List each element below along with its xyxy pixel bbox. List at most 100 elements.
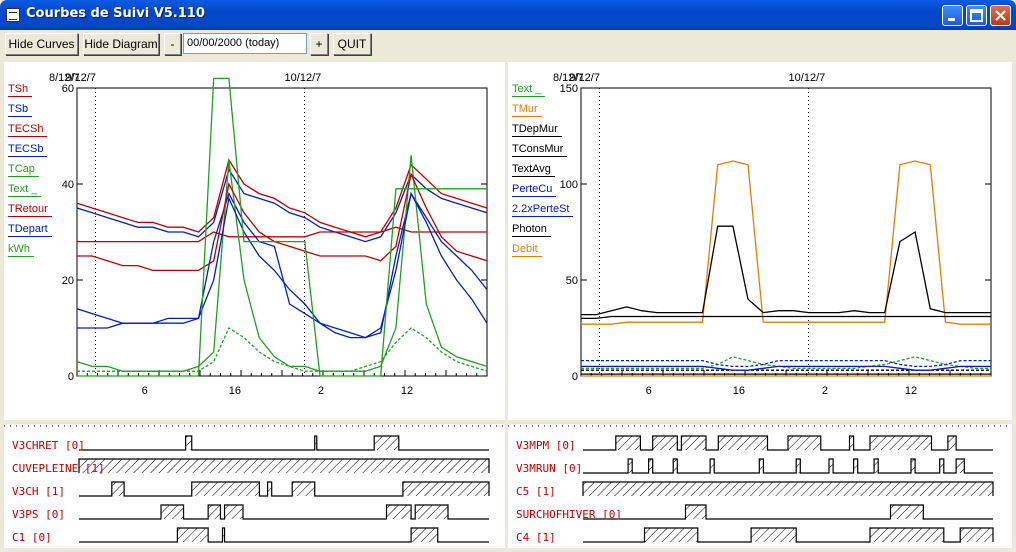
right-diagram-signal-high: [718, 436, 768, 450]
right-diagram-signal-high: [870, 528, 944, 542]
right-chart-legend-item[interactable]: Debit: [512, 243, 542, 257]
left-diagram-signal-trace: [78, 458, 490, 473]
left-chart-y-tick-label: 60: [62, 83, 74, 95]
left-chart-panel: 8/12/7 9/12/7 10/12/7 0 20 40 60 6 16 2 12 TSh TSb T…: [4, 62, 505, 420]
left-chart-y-tick-label: 0: [68, 371, 74, 383]
maximize-button[interactable]: [966, 5, 987, 26]
left-diagram-signal-high: [79, 459, 489, 473]
left-chart-legend-item[interactable]: TCap: [8, 163, 39, 177]
left-chart-legend-item[interactable]: TSh: [8, 83, 33, 97]
right-diagram-signal-high: [759, 459, 764, 473]
left-chart-legend-item[interactable]: TECSh: [8, 123, 48, 137]
window-titlebar[interactable]: Courbes de Suivi V5.110: [0, 0, 1016, 30]
right-diagram-signal-high: [870, 436, 932, 450]
left-diagram-signal-high: [292, 482, 315, 496]
right-chart-legend-item[interactable]: 2.2xPerteSt: [512, 203, 574, 217]
date-input[interactable]: 00/00/2000 (today): [183, 33, 307, 54]
right-chart-y-tick-label: 150: [560, 83, 578, 95]
left-chart-x-tick-label: 12: [401, 385, 413, 397]
left-chart-legend-item[interactable]: TSb: [8, 103, 33, 117]
right-diagram-signal-line: [583, 435, 993, 451]
left-chart-date-label: 10/12/7: [285, 72, 322, 84]
left-diagram-signal-label: V3PS [0]: [12, 508, 65, 521]
left-chart-legend-item[interactable]: Text _: [8, 183, 42, 197]
right-diagram-signal-high: [628, 459, 633, 473]
right-diagram-signal-high: [939, 459, 944, 473]
left-chart-y-tick-label: 40: [62, 179, 74, 191]
right-diagram-signal-high: [673, 459, 678, 473]
left-diagram-signal-trace: [79, 435, 489, 451]
right-diagram-signal-label: V3MPM [0]: [516, 439, 576, 452]
left-chart-y-tick-label: 20: [62, 275, 74, 287]
left-diagram-signal-high: [185, 436, 192, 450]
left-diagram-signal-high: [224, 505, 243, 519]
right-diagram-signal-high: [615, 436, 641, 450]
left-diagram-signal-high: [161, 505, 184, 519]
right-diagram-signal-trace: [582, 481, 994, 496]
right-chart-x-tick-label: 12: [905, 385, 917, 397]
left-diagram-signal-high: [177, 528, 209, 542]
left-chart-legend-item[interactable]: kWh: [8, 243, 34, 257]
right-chart-y-tick-label: 0: [572, 371, 578, 383]
right-diagram-signal-high: [796, 459, 801, 473]
right-diagram-signal-trace: [583, 458, 993, 474]
left-diagram-signal-label: C1 [0]: [12, 531, 52, 544]
left-chart-legend-item[interactable]: TDepart: [8, 223, 52, 237]
right-diagram-signal-high: [685, 505, 706, 519]
right-signal-traces[interactable]: [508, 424, 1012, 548]
left-chart-legend-item[interactable]: TRetour: [8, 203, 52, 217]
right-chart-x-tick-label: 6: [646, 385, 652, 397]
minimize-icon: [948, 18, 955, 21]
left-chart[interactable]: 8/12/79/12/7 10/12/702040606 16 2 12: [4, 62, 505, 420]
right-chart-legend-item[interactable]: PerteCu: [512, 183, 557, 197]
right-diagram-signal-label: C4 [1]: [516, 531, 556, 544]
right-chart-legend-item[interactable]: TDepMur: [512, 123, 562, 137]
quit-button[interactable]: QUIT: [333, 33, 371, 55]
window-title: Courbes de Suivi V5.110: [26, 6, 205, 21]
right-chart-plot-frame: [580, 87, 992, 377]
right-diagram-signal-high: [788, 436, 821, 450]
right-diagram-signal-high: [644, 528, 698, 542]
left-chart-x-tick-label: 16: [229, 385, 241, 397]
app-icon[interactable]: [6, 8, 20, 22]
right-diagram-signal-label: SURCHOFHIVER [0]: [516, 508, 622, 521]
left-diagram-signal-high: [191, 482, 260, 496]
left-diagram-signal-high: [267, 482, 272, 496]
right-chart-legend-item[interactable]: TConsMur: [512, 143, 568, 157]
left-diagram-signal-high: [111, 482, 125, 496]
right-diagram-signal-line: [583, 504, 993, 520]
left-diagram-signal-trace: [79, 481, 490, 497]
right-diagram-signal-trace: [583, 504, 993, 520]
left-diagram-signal-trace: [79, 504, 489, 520]
right-diagram-signal-high: [960, 528, 993, 542]
right-chart[interactable]: 8/12/79/12/7 10/12/70501001506 16 2 12: [508, 62, 1012, 420]
left-diagram-signal-label: CUVEPLEINE [1]: [12, 462, 105, 475]
right-chart-x-tick-label: 2: [822, 385, 828, 397]
left-diagram-signal-label: V3CHRET [0]: [12, 439, 85, 452]
close-button[interactable]: [990, 5, 1011, 26]
hide-diagram-button[interactable]: Hide Diagram: [83, 33, 159, 55]
left-diagram-signal-trace: [79, 527, 489, 543]
hide-curves-button[interactable]: Hide Curves: [5, 33, 78, 55]
left-diagram-signal-high: [411, 528, 438, 542]
left-diagram-signal-high: [415, 505, 448, 519]
right-chart-legend-item[interactable]: Photon: [512, 223, 551, 237]
right-chart-date-label: 10/12/7: [789, 72, 826, 84]
right-diagram-signal-label: C5 [1]: [516, 485, 556, 498]
right-diagram-signal-trace: [583, 527, 994, 543]
minimize-button[interactable]: [942, 5, 963, 26]
right-chart-y-tick-label: 50: [566, 275, 578, 287]
right-chart-legend-item[interactable]: TextAvg: [512, 163, 555, 177]
right-diagram-signal-high: [829, 459, 834, 473]
toolbar: Hide Curves Hide Diagram - 00/00/2000 (t…: [0, 30, 1016, 58]
left-chart-legend-item[interactable]: TECSb: [8, 143, 48, 157]
right-diagram-signal-high: [681, 436, 706, 450]
left-diagram-signal-high: [208, 505, 221, 519]
right-chart-legend-item[interactable]: TMur: [512, 103, 542, 117]
right-chart-panel: 8/12/7 9/12/7 10/12/7 0 50 100 150 6 16 2 12 Text …: [508, 62, 1012, 420]
right-chart-legend-item[interactable]: Text _: [512, 83, 546, 97]
left-diagram-signal-line: [79, 435, 489, 451]
left-diagram-signal-label: V3CH [1]: [12, 485, 65, 498]
next-day-button[interactable]: +: [310, 33, 328, 55]
previous-day-button[interactable]: -: [164, 33, 181, 55]
